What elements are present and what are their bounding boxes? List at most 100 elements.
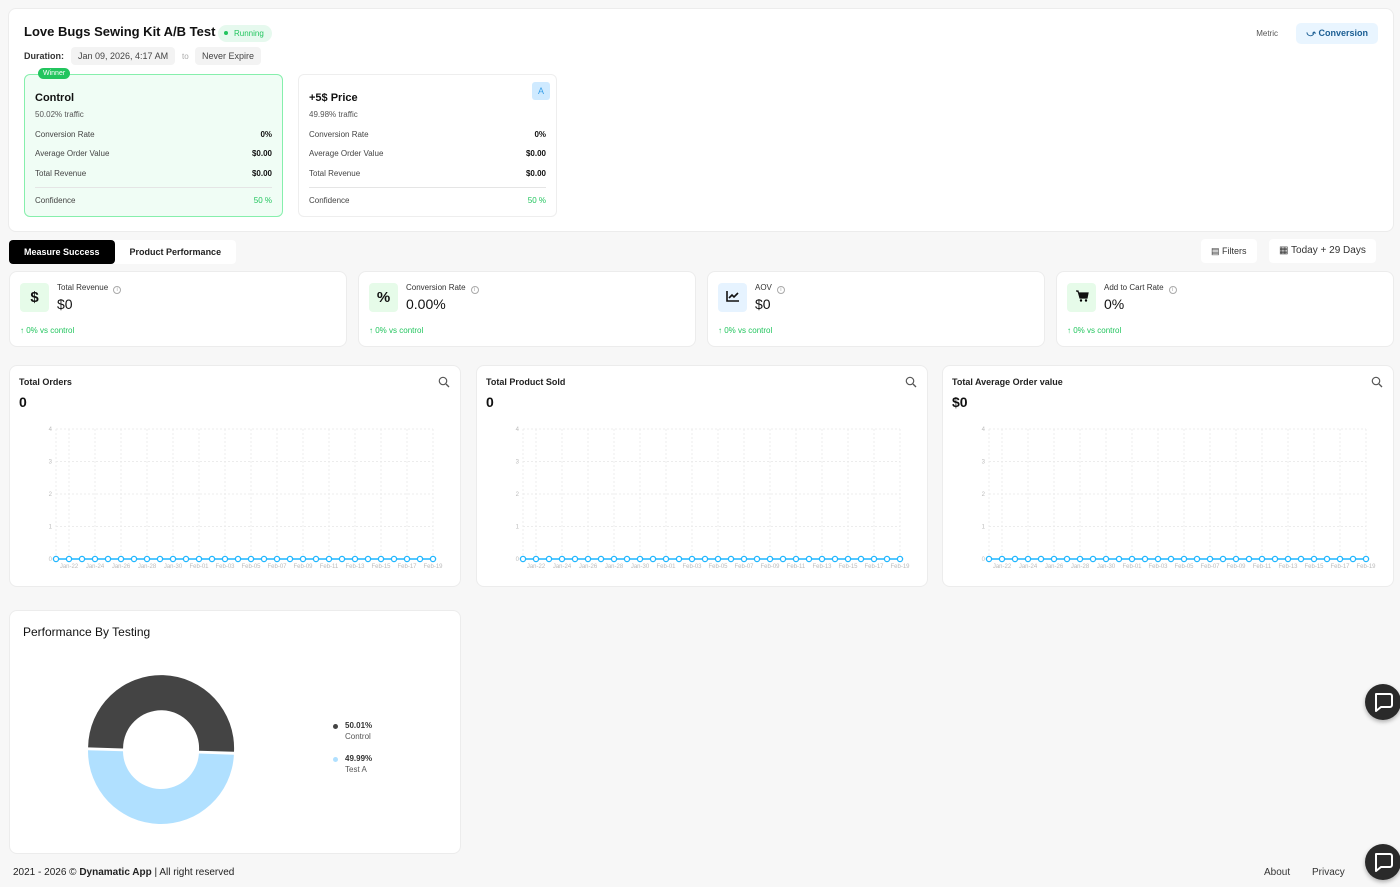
data-point bbox=[753, 555, 761, 563]
data-point bbox=[740, 555, 748, 563]
data-point bbox=[1362, 555, 1370, 563]
x-tick-label: Feb-03 bbox=[682, 564, 702, 570]
tab-product-performance[interactable]: Product Performance bbox=[115, 240, 237, 264]
line-chart: 0 1 2 3 4 Jan-22 Jan-24 Jan-26 Jan-28 Jan-30 Feb-0… bbox=[516, 427, 911, 570]
x-tick-label: Jan-30 bbox=[164, 564, 183, 570]
arrow-up-icon: ↑ bbox=[20, 326, 24, 335]
x-tick-label: Feb-11 bbox=[320, 564, 339, 570]
y-tick-label: 1 bbox=[516, 525, 520, 531]
data-point bbox=[896, 555, 904, 563]
footer-link-about[interactable]: About bbox=[1264, 867, 1290, 878]
data-point bbox=[1167, 555, 1175, 563]
data-point bbox=[338, 555, 346, 563]
footer-copyright: 2021 - 2026 © Dynamatic App | All right … bbox=[13, 867, 235, 878]
chat-icon bbox=[1375, 693, 1393, 712]
data-point bbox=[351, 555, 359, 563]
duration-label: Duration: bbox=[24, 51, 64, 61]
y-tick-label: 4 bbox=[982, 427, 986, 433]
x-tick-label: Feb-13 bbox=[812, 564, 832, 570]
metric-label: AOV i bbox=[755, 283, 785, 294]
data-point bbox=[1115, 555, 1123, 563]
filters-button[interactable]: ▤ Filters bbox=[1201, 239, 1257, 263]
metric-card: AOV i $0 ↑ 0% vs control bbox=[707, 271, 1045, 347]
data-point bbox=[610, 555, 618, 563]
metric-icon-chart-icon bbox=[718, 283, 747, 312]
chat-button[interactable] bbox=[1365, 684, 1400, 720]
variant-card-control[interactable]: Winner Control 50.02% traffic Conversion… bbox=[24, 68, 283, 217]
stat-row: Average Order Value $0.00 bbox=[309, 149, 546, 158]
data-point bbox=[182, 555, 190, 563]
stat-row: Average Order Value $0.00 bbox=[35, 149, 272, 158]
data-point bbox=[1297, 555, 1305, 563]
variant-traffic: 50.02% traffic bbox=[35, 110, 84, 119]
data-point bbox=[675, 555, 683, 563]
data-point bbox=[364, 555, 372, 563]
info-icon[interactable]: i bbox=[113, 286, 122, 294]
start-date[interactable]: Jan 09, 2026, 4:17 AM bbox=[71, 47, 176, 65]
data-point bbox=[52, 555, 60, 563]
x-tick-label: Feb-19 bbox=[423, 564, 443, 570]
data-point bbox=[429, 555, 437, 563]
data-point bbox=[78, 555, 86, 563]
data-point bbox=[130, 555, 138, 563]
footer-link-privacy[interactable]: Privacy bbox=[1312, 867, 1345, 878]
info-icon[interactable]: i bbox=[470, 286, 479, 294]
data-point bbox=[727, 555, 735, 563]
x-tick-label: Feb-01 bbox=[1122, 564, 1142, 570]
data-point bbox=[532, 555, 540, 563]
data-point bbox=[805, 555, 813, 563]
line-chart: 0 1 2 3 4 Jan-22 Jan-24 Jan-26 Jan-28 Jan-30 Feb-0… bbox=[49, 427, 444, 570]
data-point bbox=[1323, 555, 1331, 563]
x-tick-label: Jan-24 bbox=[1019, 564, 1038, 570]
arrow-up-icon: ↑ bbox=[369, 326, 373, 335]
data-point bbox=[985, 555, 993, 563]
metric-value: Conversion bbox=[1318, 28, 1368, 38]
data-point bbox=[883, 555, 891, 563]
x-tick-label: Jan-24 bbox=[553, 564, 572, 570]
x-tick-label: Jan-30 bbox=[631, 564, 650, 570]
data-point bbox=[519, 555, 527, 563]
x-tick-label: Jan-30 bbox=[1097, 564, 1116, 570]
x-tick-label: Feb-13 bbox=[345, 564, 365, 570]
metric-value: 0% bbox=[1104, 296, 1125, 312]
data-point bbox=[1089, 555, 1097, 563]
data-point bbox=[1154, 555, 1162, 563]
data-point bbox=[597, 555, 605, 563]
variant-card-a[interactable]: A +5$ Price 49.98% traffic Conversion Ra… bbox=[298, 74, 557, 217]
info-icon[interactable]: i bbox=[1168, 286, 1177, 294]
end-date[interactable]: Never Expire bbox=[195, 47, 262, 65]
data-point bbox=[104, 555, 112, 563]
data-point bbox=[247, 555, 255, 563]
x-tick-label: Feb-05 bbox=[1174, 564, 1194, 570]
trend-icon: ⤻ bbox=[1306, 28, 1319, 38]
y-tick-label: 2 bbox=[982, 492, 986, 498]
x-tick-label: Feb-17 bbox=[864, 564, 884, 570]
y-tick-label: 0 bbox=[982, 557, 986, 563]
chat-button-2[interactable] bbox=[1365, 844, 1400, 880]
info-icon[interactable]: i bbox=[776, 286, 785, 294]
tab-measure-success[interactable]: Measure Success bbox=[9, 240, 115, 264]
metric-card: $ Total Revenue i $0 ↑ 0% vs control bbox=[9, 271, 347, 347]
y-tick-label: 4 bbox=[516, 427, 520, 433]
variant-name: Control bbox=[35, 92, 75, 104]
data-point bbox=[1245, 555, 1253, 563]
donut-chart bbox=[88, 675, 235, 825]
line-chart-card: Total Average Order value $0 0 1 2 3 4 Jan-22… bbox=[942, 365, 1394, 587]
data-point bbox=[208, 555, 216, 563]
y-tick-label: 4 bbox=[49, 427, 53, 433]
data-point bbox=[91, 555, 99, 563]
x-tick-label: Feb-05 bbox=[241, 564, 261, 570]
x-tick-label: Feb-09 bbox=[760, 564, 780, 570]
donut-slice-test-a bbox=[88, 750, 234, 825]
data-point bbox=[1271, 555, 1279, 563]
date-range-button[interactable]: ▦ Today + 29 Days bbox=[1269, 239, 1376, 263]
line-chart-card: Total Orders 0 0 1 2 3 4 Jan-22 Jan-24 Jan-26 Ja… bbox=[9, 365, 461, 587]
data-point bbox=[1193, 555, 1201, 563]
x-tick-label: Jan-28 bbox=[605, 564, 624, 570]
x-tick-label: Jan-26 bbox=[112, 564, 131, 570]
stat-row: Total Revenue $0.00 bbox=[309, 169, 546, 178]
data-point bbox=[1102, 555, 1110, 563]
metric-select-button[interactable]: ⤻ Conversion bbox=[1296, 23, 1378, 44]
data-point bbox=[416, 555, 424, 563]
x-tick-label: Feb-09 bbox=[293, 564, 313, 570]
